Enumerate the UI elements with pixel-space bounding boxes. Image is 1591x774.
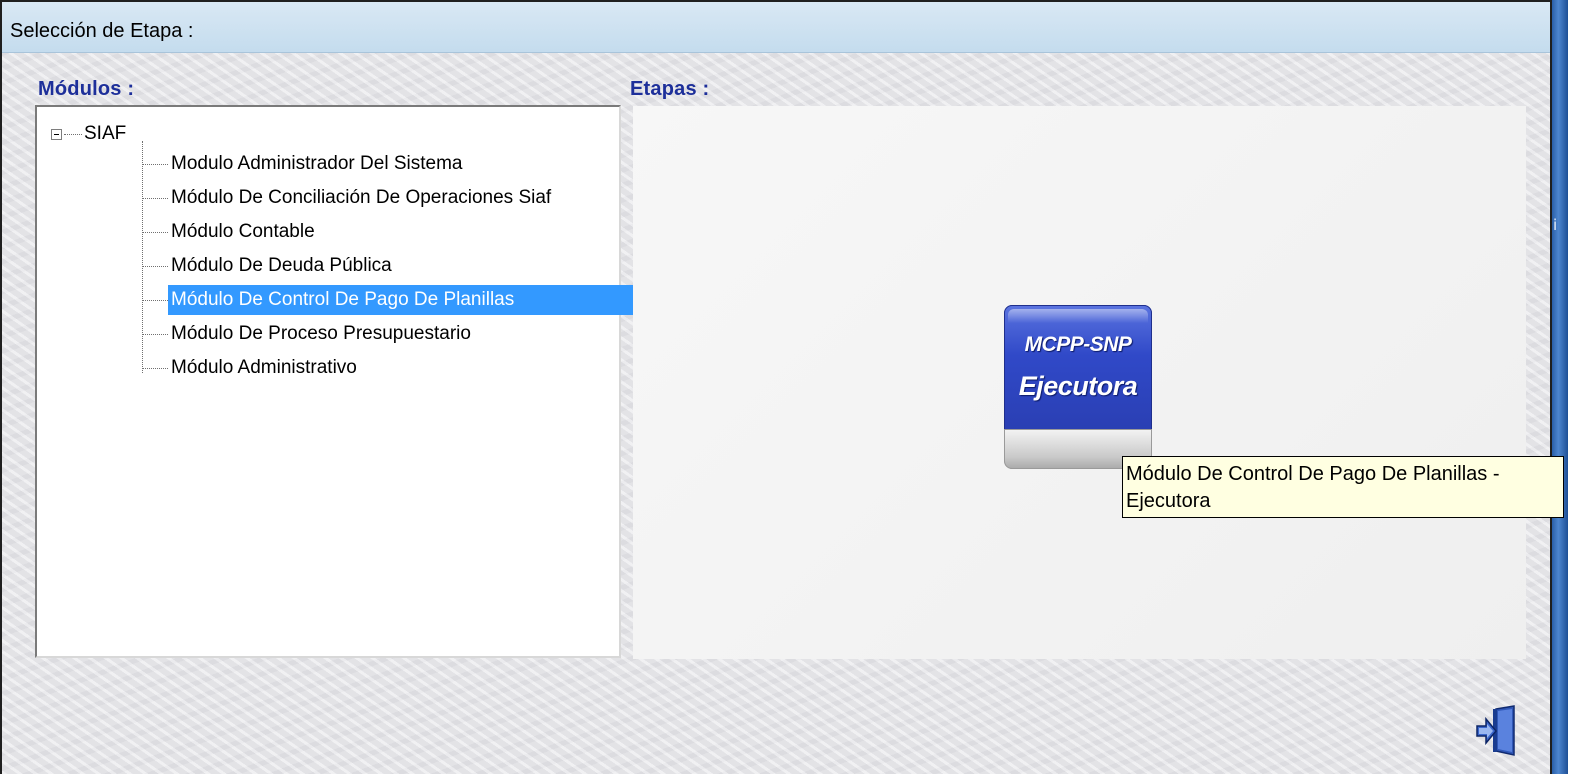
tree-connector [142, 163, 168, 165]
tree-item-label: Módulo De Deuda Pública [171, 255, 392, 276]
tree-connector [142, 367, 168, 369]
modules-tree[interactable]: SIAF Modulo Administrador Del Sistema Mó… [35, 105, 641, 658]
stage-tooltip: Módulo De Control De Pago De Planillas -… [1122, 456, 1564, 518]
tree-item-label: Módulo De Conciliación De Operaciones Si… [171, 187, 552, 208]
collapse-icon[interactable] [51, 128, 62, 140]
stage-button-face [1004, 305, 1152, 431]
tree-item-control-pago-planillas[interactable]: Módulo De Control De Pago De Planillas [142, 285, 641, 315]
modules-label: Módulos : [38, 78, 135, 100]
background-window-edge: i [1552, 0, 1568, 774]
tree-connector [64, 133, 82, 135]
tree-item-label: Modulo Administrador Del Sistema [171, 153, 463, 174]
tree-item-proceso-presupuestario[interactable]: Módulo De Proceso Presupuestario [142, 319, 477, 349]
tree-item-administrativo[interactable]: Módulo Administrativo [142, 353, 363, 383]
tree-connector [142, 299, 168, 301]
tree-item-deuda-publica[interactable]: Módulo De Deuda Pública [142, 251, 398, 281]
window-title: Selección de Etapa : [10, 20, 194, 42]
stage-name: Ejecutora [1018, 371, 1138, 401]
tree-root-label: SIAF [84, 123, 127, 144]
stage-selection-window: Selección de Etapa : Módulos : SIAF Modu… [0, 0, 1552, 774]
tree-item-label: Módulo De Proceso Presupuestario [171, 323, 471, 344]
tree-connector [142, 231, 168, 233]
tree-item-label: Módulo De Control De Pago De Planillas [168, 285, 641, 315]
stages-label: Etapas : [630, 78, 710, 100]
tree-root-siaf[interactable]: SIAF [51, 121, 126, 147]
title-bar: Selección de Etapa : [2, 2, 1550, 53]
tree-item-label: Módulo Contable [171, 221, 315, 242]
stage-button-mcpp-ejecutora[interactable]: MCPP-SNP Ejecutora [1004, 305, 1152, 469]
exit-door-icon[interactable] [1474, 705, 1518, 757]
tree-connector [142, 197, 168, 199]
tree-item-contable[interactable]: Módulo Contable [142, 217, 321, 247]
edge-glyph: i [1553, 216, 1558, 234]
stage-code: MCPP-SNP [1024, 333, 1132, 356]
background-strip [1568, 0, 1591, 774]
exit-door-svg [1476, 705, 1515, 756]
tree-item-administrador[interactable]: Modulo Administrador Del Sistema [142, 149, 468, 179]
tree-item-label: Módulo Administrativo [171, 357, 357, 378]
tree-item-conciliacion[interactable]: Módulo De Conciliación De Operaciones Si… [142, 183, 557, 213]
tree-connector [142, 265, 168, 267]
tree-connector [142, 333, 168, 335]
